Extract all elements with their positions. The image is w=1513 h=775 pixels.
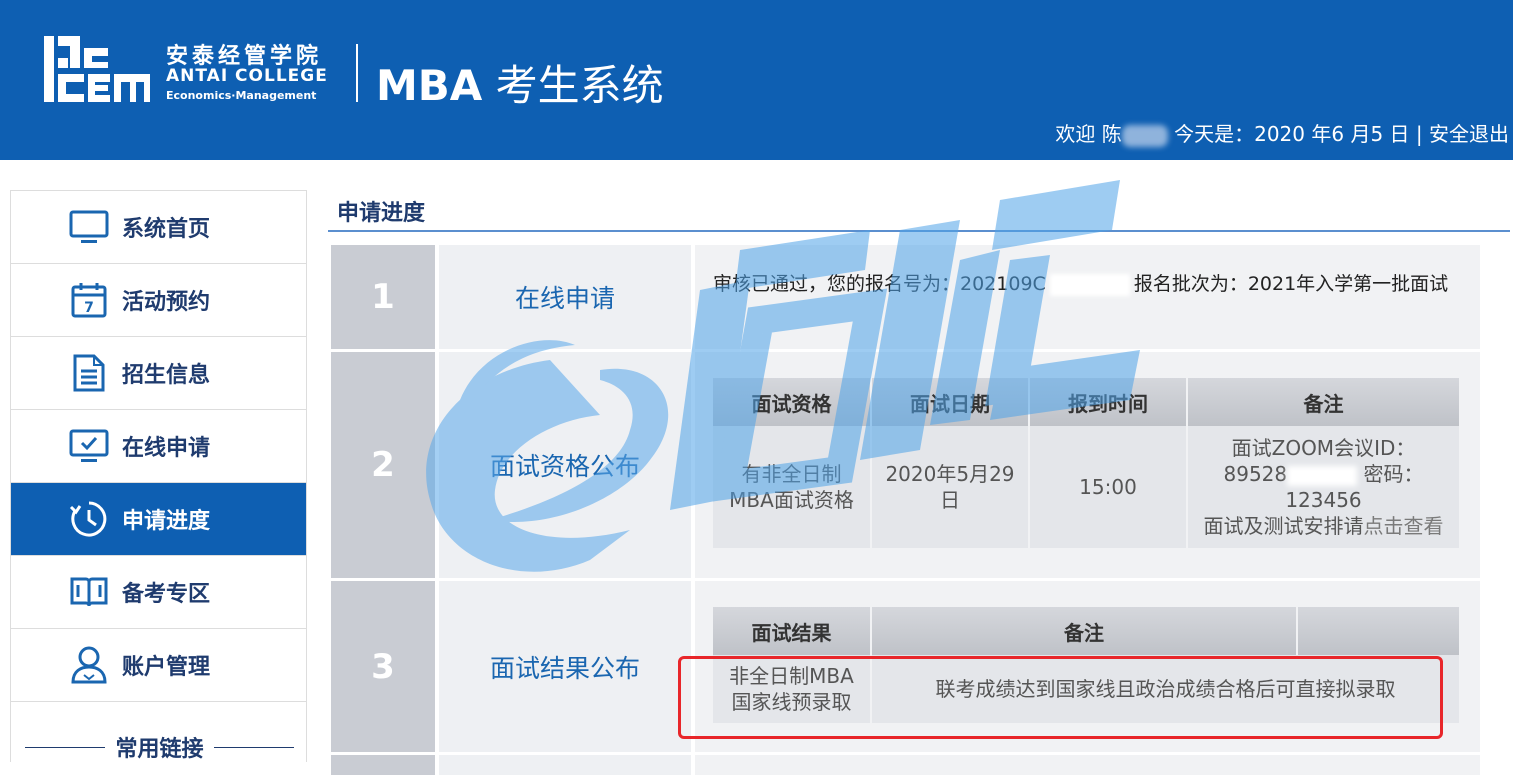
clock-icon xyxy=(69,499,109,539)
checked-monitor-icon xyxy=(69,426,109,466)
calendar-icon: 7 xyxy=(69,280,109,320)
table-header-empty xyxy=(1297,607,1461,655)
qualification-cell: 有非全日制MBA面试资格 xyxy=(713,426,872,548)
step-body: 审核已通过，您的报名号为：202109C 报名批次为：2021年入学第一批面试 xyxy=(695,245,1480,349)
sidebar-item-progress[interactable]: 申请进度 xyxy=(11,483,306,556)
application-status-text: 审核已通过，您的报名号为：202109C 报名批次为：2021年入学第一批面试 xyxy=(713,273,1449,296)
sidebar-item-label: 招生信息 xyxy=(122,363,211,388)
sidebar-item-home[interactable]: 系统首页 xyxy=(11,191,306,264)
user-icon xyxy=(69,645,109,685)
sidebar-item-admissions-info[interactable]: 招生信息 xyxy=(11,337,306,410)
logout-link[interactable]: 安全退出 xyxy=(1429,122,1509,146)
separator: | xyxy=(1415,122,1423,146)
step-row-1: 1 在线申请 审核已通过，您的报名号为：202109C 报名批次为：2021年入学… xyxy=(331,245,1480,349)
table-header: 报到时间 xyxy=(1029,378,1188,426)
step-number: 3 xyxy=(331,581,435,752)
table-row: 有非全日制MBA面试资格 2020年5月29日 15:00 面试ZOOM会议ID… xyxy=(713,426,1461,548)
welcome-text: 欢迎 陈 xyxy=(1055,122,1122,146)
highlight-box xyxy=(678,656,1443,739)
table-header: 面试资格 xyxy=(713,378,872,426)
note-cell: 面试ZOOM会议ID： 89528 密码： 123456 面试及测试安排请点击查… xyxy=(1187,426,1461,548)
step-number: 2 xyxy=(331,352,435,578)
table-header: 面试结果 xyxy=(713,607,872,655)
header-bar: 安泰经管学院 ANTAI COLLEGE Economics·Managemen… xyxy=(0,0,1513,160)
monitor-icon xyxy=(69,207,109,247)
step-name xyxy=(439,755,691,775)
table-header: 备注 xyxy=(871,607,1298,655)
sidebar: 系统首页 7 活动预约 招生信息 在线申请 申请进度 备考专区 账户管理 常用链… xyxy=(10,190,307,762)
step-body: 面试资格 面试日期 报到时间 备注 有非全日制MBA面试资格 2020年5月29… xyxy=(695,352,1480,578)
interview-date-cell: 2020年5月29日 xyxy=(871,426,1030,548)
checkin-time-cell: 15:00 xyxy=(1029,426,1188,548)
document-icon xyxy=(69,353,109,393)
step-row-2: 2 面试资格公布 面试资格 面试日期 报到时间 备注 有非全日制MBA面试资格 … xyxy=(331,352,1480,578)
acem-logo-icon xyxy=(44,36,150,102)
table-header: 面试日期 xyxy=(871,378,1030,426)
step-name: 面试资格公布 xyxy=(439,352,691,578)
step-number xyxy=(331,755,435,775)
sidebar-item-activity[interactable]: 7 活动预约 xyxy=(11,264,306,337)
common-links-title: 常用链接 xyxy=(21,731,298,763)
system-title: MBA 考生系统 xyxy=(376,61,664,110)
redacted-name xyxy=(1121,124,1168,147)
step-number: 1 xyxy=(331,245,435,349)
sidebar-item-online-apply[interactable]: 在线申请 xyxy=(11,410,306,483)
book-icon xyxy=(69,572,109,612)
logo-english-subtitle: Economics·Management xyxy=(166,89,317,102)
date-text: 今天是：2020 年6 月5 日 xyxy=(1174,122,1410,146)
sidebar-item-label: 活动预约 xyxy=(122,290,211,315)
redacted-number xyxy=(1049,273,1130,296)
step-name: 面试结果公布 xyxy=(439,581,691,752)
page-title: 申请进度 xyxy=(337,201,426,226)
sidebar-item-label: 申请进度 xyxy=(122,509,211,534)
sidebar-item-label: 备考专区 xyxy=(122,582,211,607)
redacted-meeting-id xyxy=(1287,465,1358,486)
step-name: 在线申请 xyxy=(439,245,691,349)
logo-divider xyxy=(356,44,358,102)
interview-qualification-table: 面试资格 面试日期 报到时间 备注 有非全日制MBA面试资格 2020年5月29… xyxy=(713,378,1461,548)
step-body xyxy=(695,755,1480,775)
sidebar-item-exam-prep[interactable]: 备考专区 xyxy=(11,556,306,629)
sidebar-item-label: 账户管理 xyxy=(122,655,211,680)
logo-english-name: ANTAI COLLEGE xyxy=(166,66,328,86)
title-divider xyxy=(328,230,1510,232)
welcome-bar: 欢迎 陈 今天是：2020 年6 月5 日 | 安全退出 xyxy=(1055,118,1509,147)
step-row-4 xyxy=(331,755,1480,775)
sidebar-item-account[interactable]: 账户管理 xyxy=(11,629,306,702)
view-arrangement-link[interactable]: 点击查看 xyxy=(1364,514,1444,538)
table-header: 备注 xyxy=(1187,378,1461,426)
svg-text:7: 7 xyxy=(84,300,94,316)
sidebar-item-label: 在线申请 xyxy=(122,436,211,461)
sidebar-item-label: 系统首页 xyxy=(122,217,211,242)
